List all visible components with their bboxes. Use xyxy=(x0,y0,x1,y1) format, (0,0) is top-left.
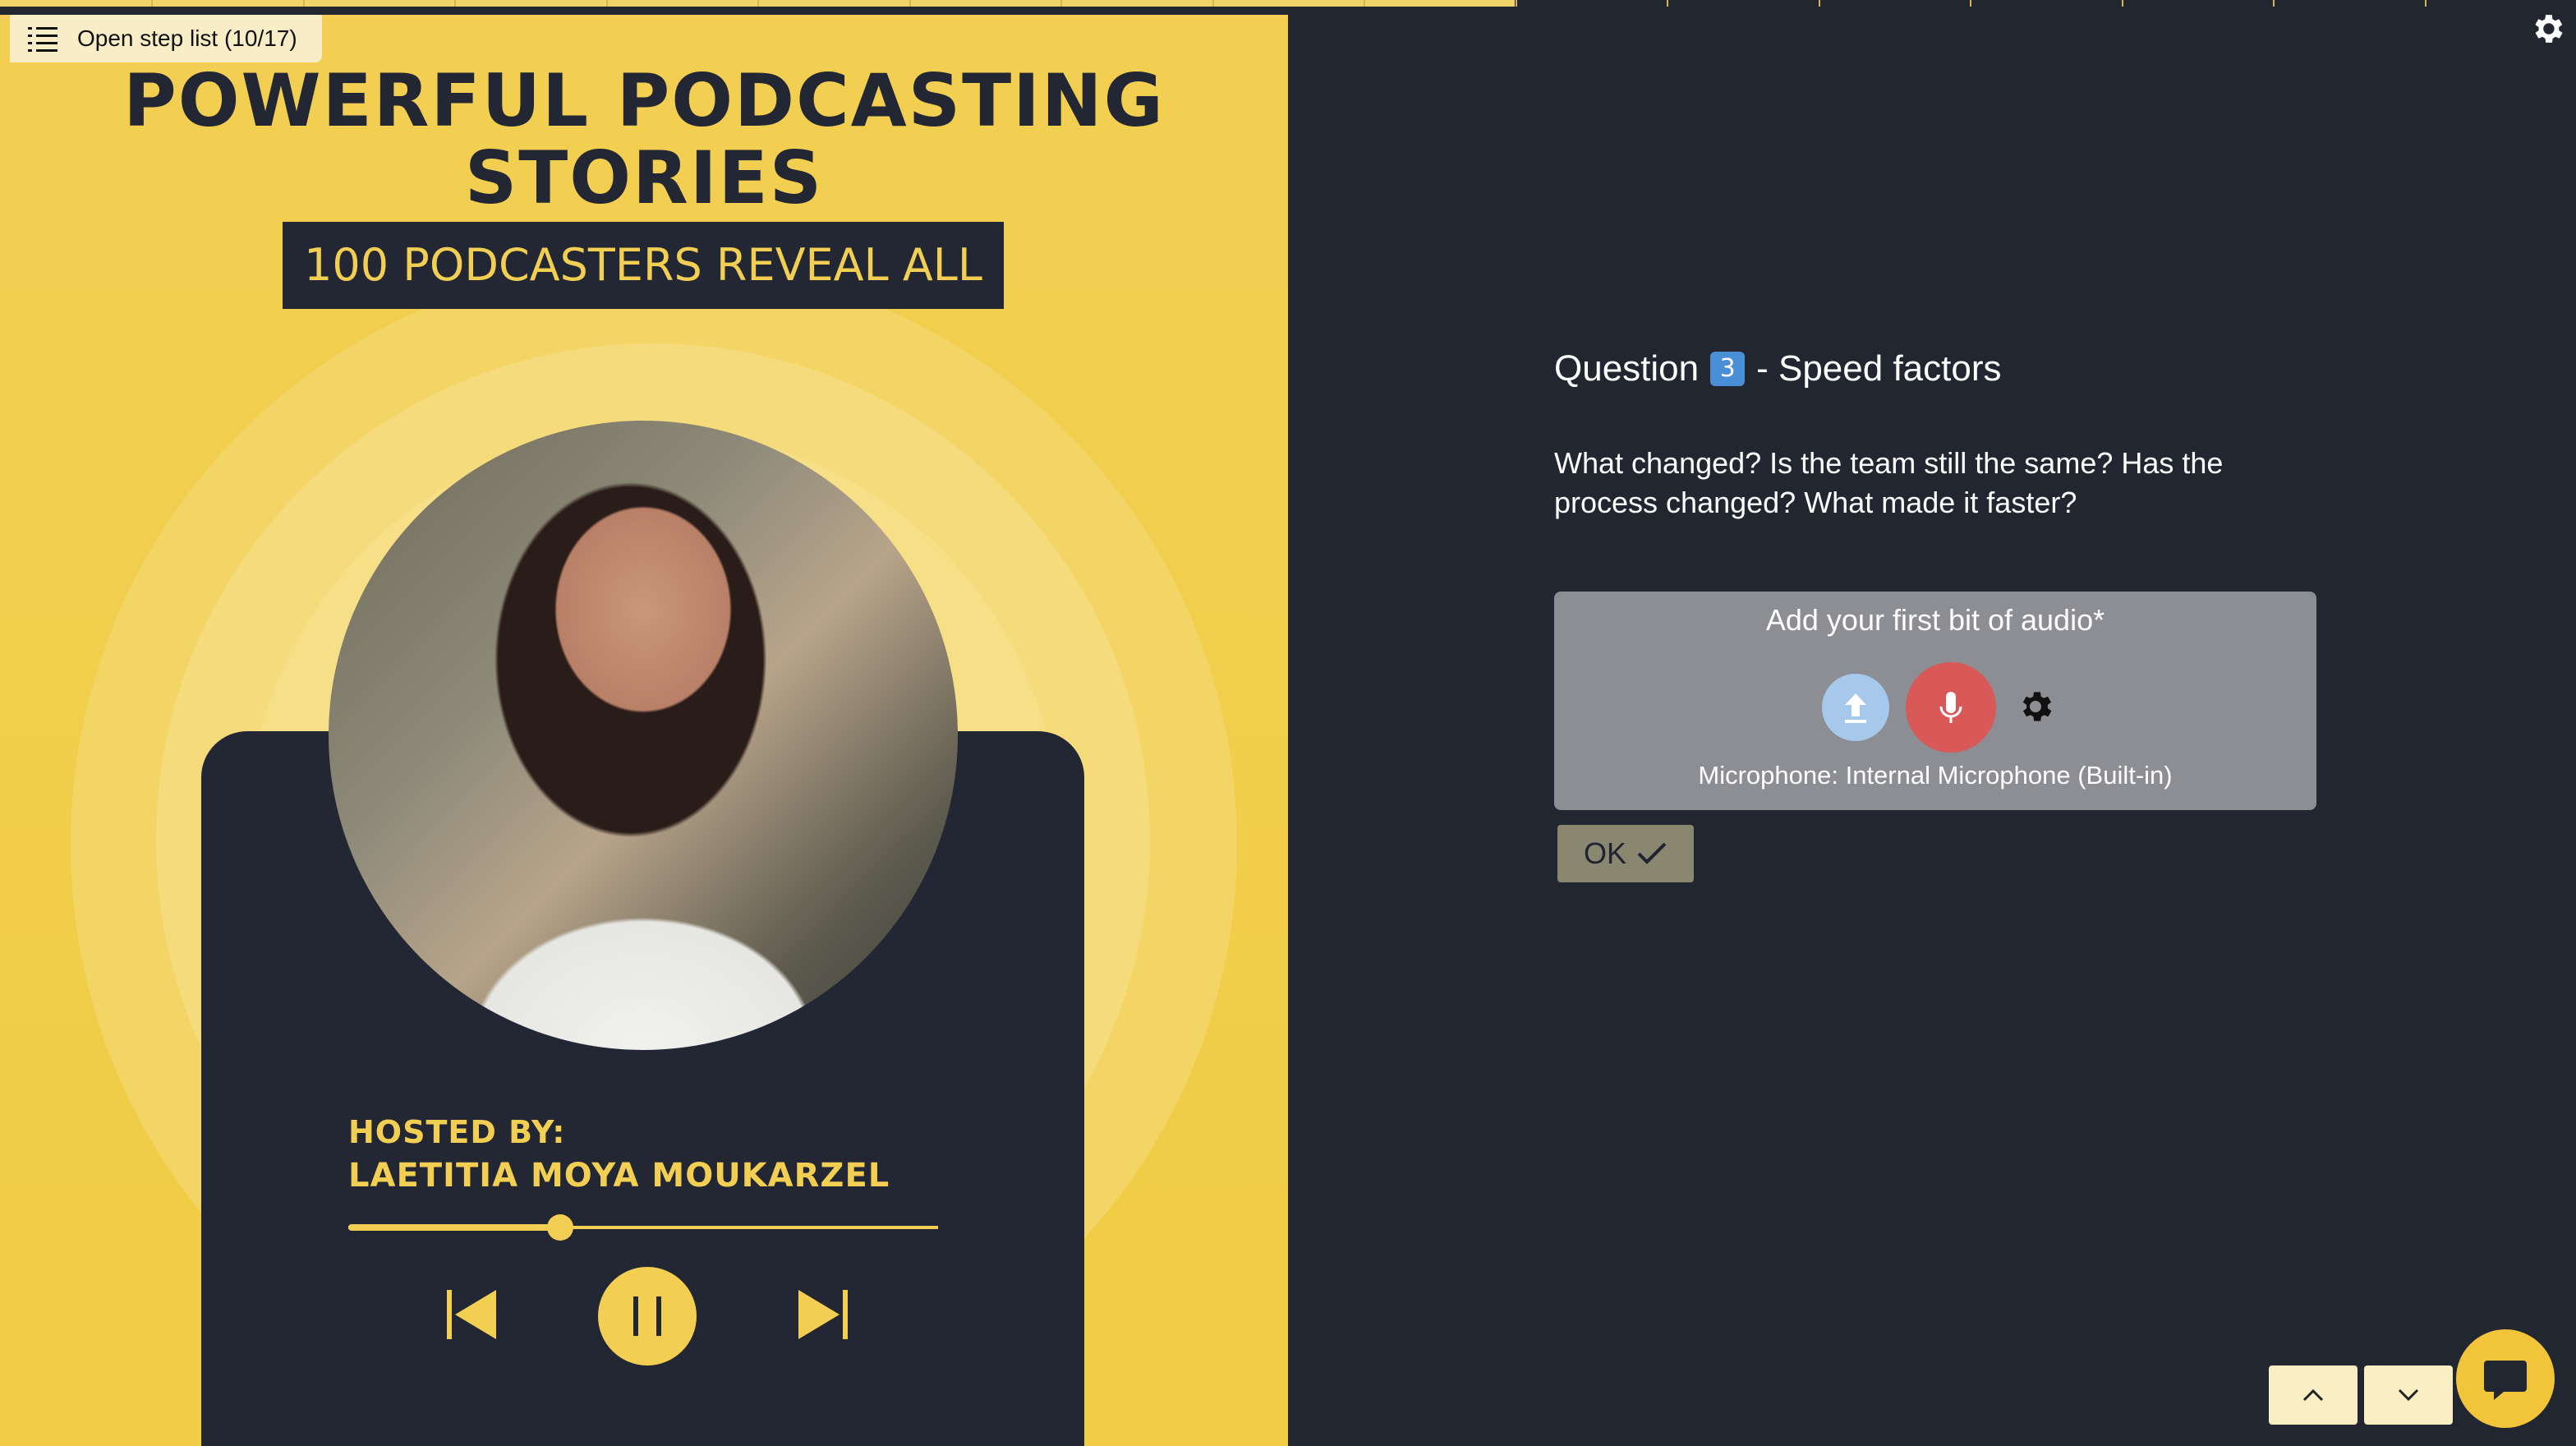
progress-step-divider xyxy=(1819,0,1820,7)
progress-step-divider xyxy=(1667,0,1668,7)
chevron-up-icon xyxy=(2302,1388,2324,1402)
progress-step-divider xyxy=(1516,0,1517,7)
question-body: What changed? Is the team still the same… xyxy=(1554,446,2224,519)
question-number-badge: 3 xyxy=(1710,352,1746,386)
cover-title: POWERFUL PODCASTING STORIES xyxy=(0,62,1288,217)
playback-knob xyxy=(547,1214,573,1241)
next-question-button[interactable] xyxy=(2364,1365,2453,1425)
progress-step-divider xyxy=(757,0,759,7)
record-audio-button[interactable] xyxy=(1906,662,1996,753)
settings-gear-icon[interactable] xyxy=(2528,10,2566,48)
skip-previous-icon xyxy=(447,1290,496,1339)
progress-step-divider xyxy=(1060,0,1062,7)
microphone-icon xyxy=(1939,692,1962,723)
cover-title-line2: STORIES xyxy=(464,136,824,220)
question-title-suffix: - Speed factors xyxy=(1756,348,2002,389)
podcast-cover-art: POWERFUL PODCASTING STORIES 100 PODCASTE… xyxy=(0,15,1288,1446)
open-step-list-button[interactable]: Open step list (10/17) xyxy=(10,15,322,62)
progress-step-divider xyxy=(2425,0,2426,7)
pause-icon xyxy=(598,1267,697,1365)
progress-step-divider xyxy=(1364,0,1365,7)
ok-button[interactable]: OK xyxy=(1557,825,1694,882)
cover-title-line1: POWERFUL PODCASTING xyxy=(123,58,1165,143)
audio-settings-gear-icon[interactable] xyxy=(2016,687,2055,726)
list-icon xyxy=(28,27,58,52)
upload-icon xyxy=(1845,693,1866,723)
chat-bubble-icon xyxy=(2484,1361,2527,1400)
microphone-label: Microphone: Internal Microphone (Built-i… xyxy=(1698,761,2173,790)
progress-step-divider xyxy=(909,0,911,7)
audio-recorder-panel: Add your first bit of audio* Microphone:… xyxy=(1554,592,2316,810)
progress-step-divider xyxy=(151,0,153,7)
chat-widget-button[interactable] xyxy=(2456,1329,2555,1428)
host-name: LAETITIA MOYA MOUKARZEL xyxy=(348,1157,890,1195)
cover-banner: 100 PODCASTERS REVEAL ALL xyxy=(283,222,1004,309)
upload-audio-button[interactable] xyxy=(1822,674,1889,741)
open-step-list-label: Open step list (10/17) xyxy=(77,25,297,51)
host-photo xyxy=(329,421,958,1050)
progress-step-divider xyxy=(454,0,456,7)
playback-track-played xyxy=(348,1224,560,1231)
previous-question-button[interactable] xyxy=(2269,1365,2358,1425)
progress-step-divider xyxy=(1970,0,1971,7)
progress-step-divider xyxy=(2273,0,2275,7)
progress-step-divider xyxy=(303,0,305,7)
checkmark-icon xyxy=(1637,842,1667,864)
progress-step-divider xyxy=(2122,0,2123,7)
progress-step-divider xyxy=(1212,0,1214,7)
hosted-by-label: HOSTED BY: xyxy=(348,1114,566,1150)
question-title: Question 3 - Speed factors xyxy=(1554,348,2001,389)
progress-step-divider xyxy=(606,0,608,7)
ok-button-label: OK xyxy=(1583,836,1626,870)
progress-bar xyxy=(0,0,2576,7)
question-title-prefix: Question xyxy=(1554,348,1700,389)
chevron-down-icon xyxy=(2398,1388,2419,1402)
skip-next-icon xyxy=(798,1290,848,1339)
audio-recorder-title: Add your first bit of audio* xyxy=(1765,603,2105,637)
